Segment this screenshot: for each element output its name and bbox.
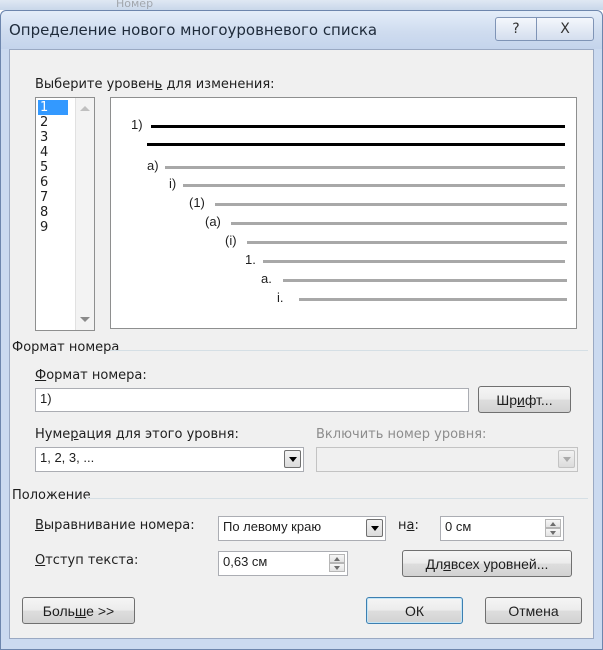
number-format-input[interactable]: 1)	[35, 388, 469, 412]
help-button[interactable]: ?	[495, 17, 537, 41]
background-window-strip: Номер	[0, 0, 603, 10]
group-divider	[86, 498, 588, 499]
group-divider	[110, 350, 588, 351]
aligned-at-label: на:	[398, 518, 419, 533]
chevron-down-icon[interactable]	[284, 450, 301, 468]
spinner-arrows-icon[interactable]	[329, 554, 345, 572]
level-item-3[interactable]: 3	[38, 130, 68, 145]
close-button[interactable]: X	[536, 17, 594, 41]
number-alignment-combo[interactable]: По левому краю	[218, 516, 386, 541]
set-for-all-levels-button[interactable]: Дл я всех уровней...	[402, 550, 572, 577]
level-select-label: Выберите уровень для изменения:	[35, 77, 275, 92]
scroll-up-icon[interactable]	[80, 106, 90, 111]
close-icon: X	[560, 21, 570, 37]
ok-button[interactable]: ОК	[366, 597, 463, 624]
scroll-down-icon[interactable]	[80, 317, 90, 322]
level-item-8[interactable]: 8	[38, 205, 68, 220]
chevron-down-icon[interactable]	[558, 450, 575, 468]
level-item-4[interactable]: 4	[38, 145, 68, 160]
text-indent-label: Отступ текста:	[35, 553, 139, 568]
level-item-1[interactable]: 1	[38, 100, 68, 115]
font-button[interactable]: Шр и фт...	[478, 386, 571, 413]
number-format-group-title: Формат номера	[12, 340, 120, 355]
position-group-title: Положение	[12, 488, 91, 503]
list-preview: 1) a) i) (1) (a) (i) 1. a. i.	[110, 97, 577, 329]
more-button[interactable]: Боль ш е >>	[22, 597, 135, 624]
text-indent-spinner[interactable]: 0,63 см	[218, 551, 348, 576]
help-icon: ?	[512, 21, 520, 37]
background-hint: Номер	[116, 0, 154, 10]
aligned-at-spinner[interactable]: 0 см	[440, 516, 564, 541]
spinner-arrows-icon[interactable]	[545, 519, 561, 537]
level-item-2[interactable]: 2	[38, 115, 68, 130]
level-item-9[interactable]: 9	[38, 220, 68, 235]
level-listbox[interactable]: 1 2 3 4 5 6 7 8 9	[35, 97, 95, 331]
level-item-6[interactable]: 6	[38, 175, 68, 190]
cancel-button[interactable]: Отмена	[485, 597, 582, 624]
number-alignment-label: Выравнивание номера:	[35, 518, 195, 533]
multilevel-list-dialog: Определение нового многоуровневого списк…	[0, 10, 603, 650]
level-scrollbar[interactable]	[75, 98, 94, 330]
level-item-7[interactable]: 7	[38, 190, 68, 205]
title-bar: Определение нового многоуровневого списк…	[1, 11, 602, 49]
dialog-title: Определение нового многоуровневого списк…	[9, 21, 378, 39]
numbering-style-label: Нумерация для этого уровня:	[35, 427, 239, 442]
dialog-body: Выберите уровень для изменения: 1 2 3 4 …	[9, 49, 594, 639]
number-format-field-label: Формат номера:	[35, 368, 147, 383]
level-item-5[interactable]: 5	[38, 160, 68, 175]
include-level-label: Включить номер уровня:	[316, 427, 487, 442]
chevron-down-icon[interactable]	[366, 519, 383, 537]
include-level-combo[interactable]	[316, 447, 578, 472]
numbering-style-combo[interactable]: 1, 2, 3, ...	[35, 447, 304, 472]
